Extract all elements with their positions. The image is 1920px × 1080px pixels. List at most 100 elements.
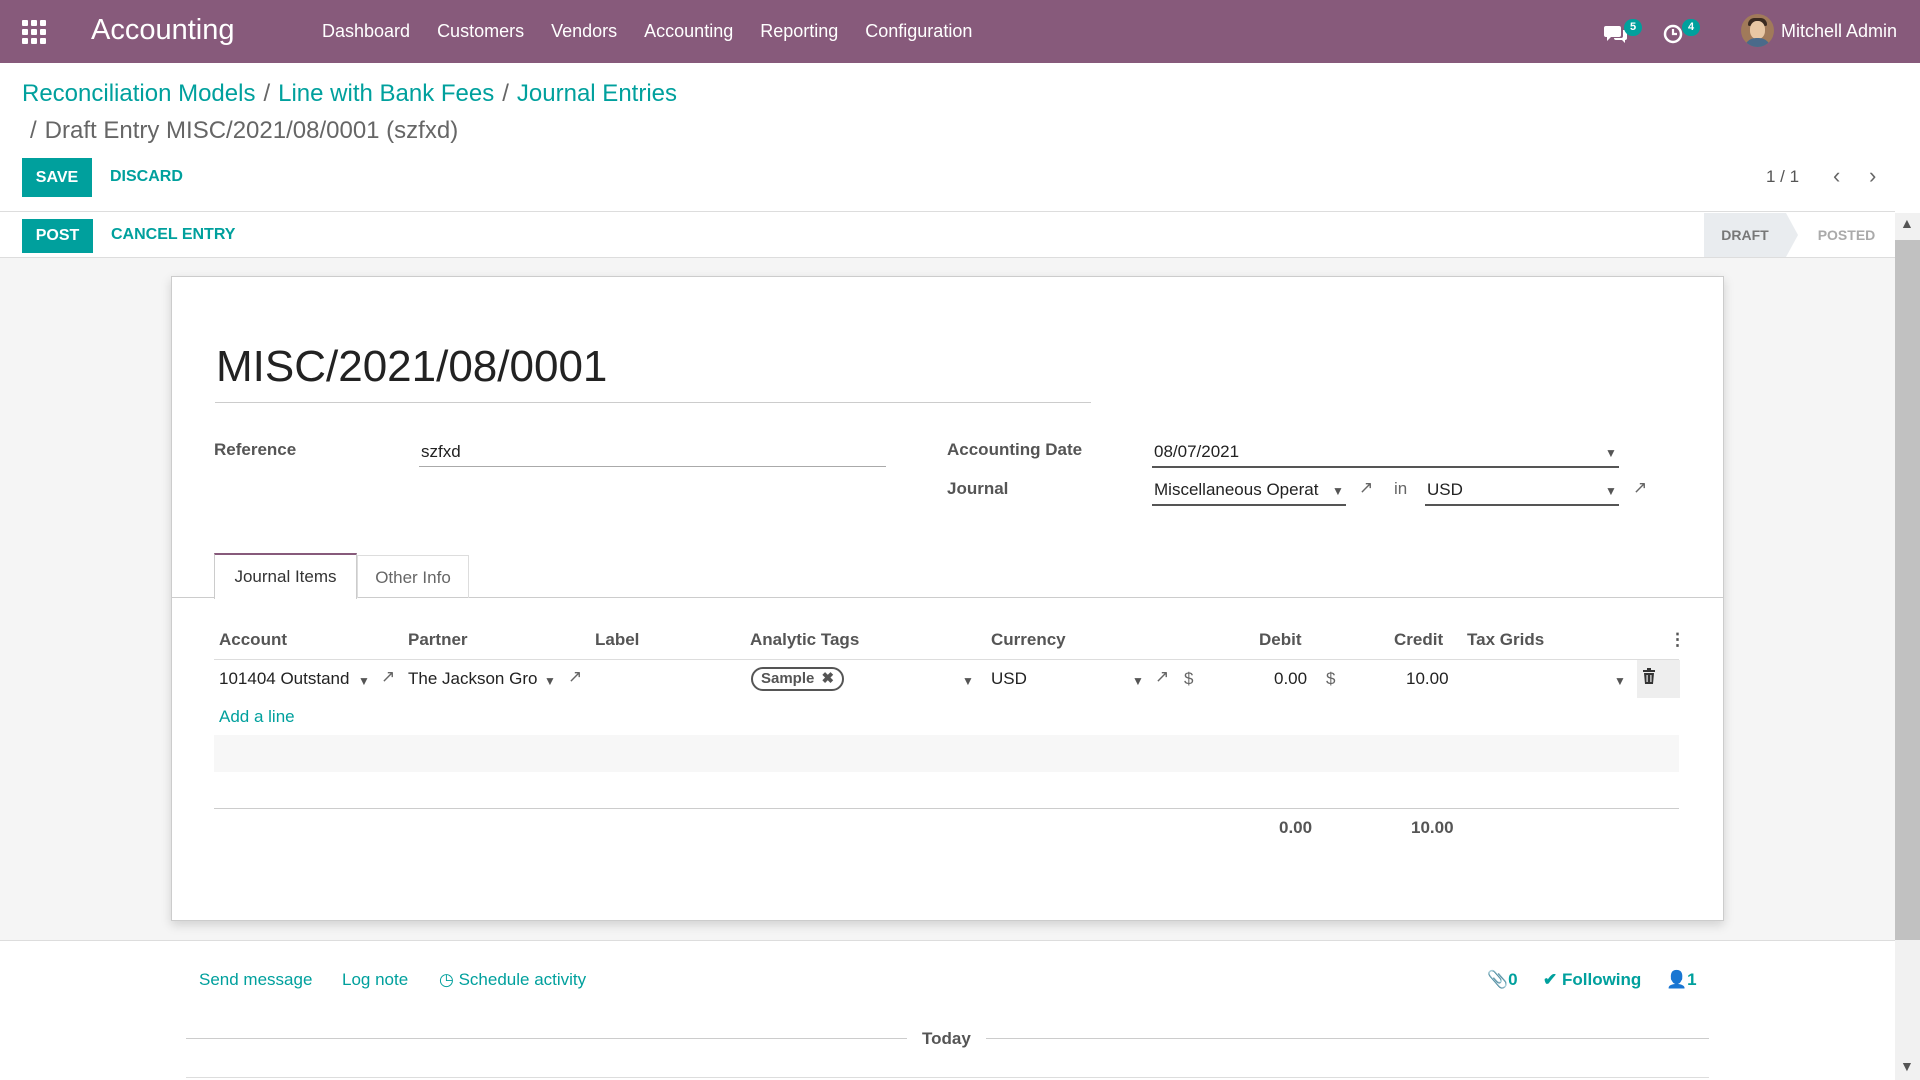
top-navbar: Accounting Dashboard Customers Vendors A… [0, 0, 1920, 63]
partner-external-link-icon[interactable]: ↗ [568, 667, 582, 687]
log-note-button[interactable]: Log note [342, 970, 408, 990]
save-button[interactable]: SAVE [22, 158, 92, 197]
following-label: Following [1561, 970, 1642, 989]
credit-currency-symbol: $ [1326, 669, 1336, 688]
row-partner[interactable]: The Jackson Gro [408, 669, 537, 689]
menu-configuration[interactable]: Configuration [865, 21, 972, 42]
tab-journal-items[interactable]: Journal Items [214, 553, 357, 599]
status-draft: DRAFT [1704, 213, 1798, 257]
tags-dropdown-caret-icon[interactable]: ▼ [962, 674, 974, 688]
pager-value[interactable]: 1 / 1 [1766, 167, 1799, 187]
analytic-tag[interactable]: Sample ✖ [751, 667, 845, 691]
row-currency-external-link-icon[interactable]: ↗ [1155, 667, 1169, 687]
accounting-date-label: Accounting Date [947, 440, 1083, 459]
divider [215, 402, 1091, 403]
messages-button[interactable]: 5 [1604, 19, 1644, 45]
menu-accounting[interactable]: Accounting [644, 21, 733, 42]
add-line-link[interactable]: Add a line [219, 707, 295, 727]
activities-button[interactable]: 4 [1662, 19, 1706, 45]
clock-icon [1663, 24, 1683, 44]
followers-count: 1 [1687, 970, 1697, 989]
menu-customers[interactable]: Customers [437, 21, 524, 42]
menu-vendors[interactable]: Vendors [551, 21, 617, 42]
status-posted: POSTED [1817, 227, 1876, 243]
reference-input[interactable]: szfxd [419, 442, 886, 467]
apps-grid-icon[interactable] [22, 20, 46, 44]
following-button[interactable]: ✔ Following [1543, 970, 1641, 990]
remove-tag-icon[interactable]: ✖ [822, 670, 835, 687]
schedule-activity-label: Schedule activity [458, 970, 587, 989]
followers-button[interactable]: 👤1 [1666, 970, 1697, 990]
post-button[interactable]: POST [22, 219, 93, 253]
menu-reporting[interactable]: Reporting [760, 21, 838, 42]
main-menu: Dashboard Customers Vendors Accounting R… [322, 21, 999, 42]
column-currency[interactable]: Currency [991, 630, 1066, 650]
column-label[interactable]: Label [595, 630, 639, 650]
trash-icon[interactable] [1642, 668, 1656, 684]
breadcrumb-journal-entries[interactable]: Journal Entries [517, 80, 677, 107]
journal-external-link-icon[interactable]: ↗ [1359, 478, 1373, 498]
debit-currency-symbol: $ [1184, 669, 1194, 688]
currency-external-link-icon[interactable]: ↗ [1633, 478, 1647, 498]
currency-dropdown-caret-icon[interactable]: ▼ [1605, 484, 1617, 498]
column-tax-grids[interactable]: Tax Grids [1467, 630, 1544, 650]
row-currency-dropdown-caret-icon[interactable]: ▼ [1132, 674, 1144, 688]
partner-dropdown-caret-icon[interactable]: ▼ [544, 674, 556, 688]
row-currency[interactable]: USD [991, 669, 1027, 689]
checkmark-icon: ✔ [1543, 970, 1558, 989]
divider [186, 1077, 1709, 1078]
messages-count-badge: 5 [1624, 19, 1642, 36]
row-debit[interactable]: 0.00 [1274, 669, 1307, 689]
currency-select[interactable]: USD [1425, 480, 1619, 506]
breadcrumb-line-with-bank-fees[interactable]: Line with Bank Fees [278, 80, 494, 107]
column-partner[interactable]: Partner [408, 630, 468, 650]
entry-name: MISC/2021/08/0001 [216, 342, 608, 391]
account-dropdown-caret-icon[interactable]: ▼ [358, 674, 370, 688]
breadcrumb-current: / Draft Entry MISC/2021/08/0001 (szfxd) [30, 117, 459, 144]
column-analytic-tags[interactable]: Analytic Tags [750, 630, 859, 650]
divider [0, 940, 1895, 941]
empty-table-row [214, 735, 1679, 772]
analytic-tag-label: Sample [761, 670, 815, 687]
journal-label: Journal [947, 479, 1009, 498]
breadcrumb-current-label: Draft Entry MISC/2021/08/0001 (szfxd) [44, 117, 459, 144]
divider [186, 1038, 907, 1039]
accounting-date-input[interactable]: 08/07/2021 [1152, 442, 1619, 468]
column-debit[interactable]: Debit [1259, 630, 1302, 650]
attachments-button[interactable]: 📎0 [1487, 970, 1518, 990]
optional-columns-kebab-icon[interactable]: ⋮ [1669, 630, 1686, 650]
user-menu[interactable]: Mitchell Admin [1781, 21, 1897, 42]
date-dropdown-caret-icon[interactable]: ▼ [1605, 446, 1617, 460]
paperclip-icon: 📎 [1487, 970, 1509, 989]
divider [214, 808, 1679, 809]
in-label: in [1394, 479, 1408, 498]
user-icon: 👤 [1666, 970, 1688, 989]
journal-dropdown-caret-icon[interactable]: ▼ [1332, 484, 1344, 498]
column-credit[interactable]: Credit [1394, 630, 1443, 650]
row-credit[interactable]: 10.00 [1406, 669, 1449, 689]
pager-next-icon[interactable]: › [1869, 163, 1876, 189]
tab-other-info[interactable]: Other Info [357, 555, 469, 598]
breadcrumb-reconciliation-models[interactable]: Reconciliation Models [22, 80, 255, 107]
app-title[interactable]: Accounting [91, 14, 235, 47]
schedule-activity-button[interactable]: ◷ Schedule activity [439, 970, 586, 990]
discard-button[interactable]: DISCARD [110, 168, 183, 186]
divider [986, 1038, 1709, 1039]
menu-dashboard[interactable]: Dashboard [322, 21, 410, 42]
row-account[interactable]: 101404 Outstand [219, 669, 349, 689]
attachments-count: 0 [1508, 970, 1518, 989]
user-avatar[interactable] [1741, 14, 1774, 47]
breadcrumb: Reconciliation Models / Line with Bank Fee… [22, 80, 677, 107]
tax-grids-dropdown-caret-icon[interactable]: ▼ [1614, 674, 1626, 688]
scroll-up-icon[interactable]: ▲ [1900, 215, 1914, 231]
cancel-entry-button[interactable]: CANCEL ENTRY [111, 226, 235, 244]
send-message-button[interactable]: Send message [199, 970, 312, 990]
journal-select[interactable]: Miscellaneous Operat [1152, 480, 1346, 506]
scrollbar-thumb[interactable] [1895, 240, 1920, 940]
divider [0, 211, 1895, 212]
scroll-down-icon[interactable]: ▼ [1900, 1058, 1914, 1074]
column-account[interactable]: Account [219, 630, 287, 650]
pager-previous-icon[interactable]: ‹ [1833, 163, 1840, 189]
reference-label: Reference [214, 440, 297, 459]
account-external-link-icon[interactable]: ↗ [381, 667, 395, 687]
